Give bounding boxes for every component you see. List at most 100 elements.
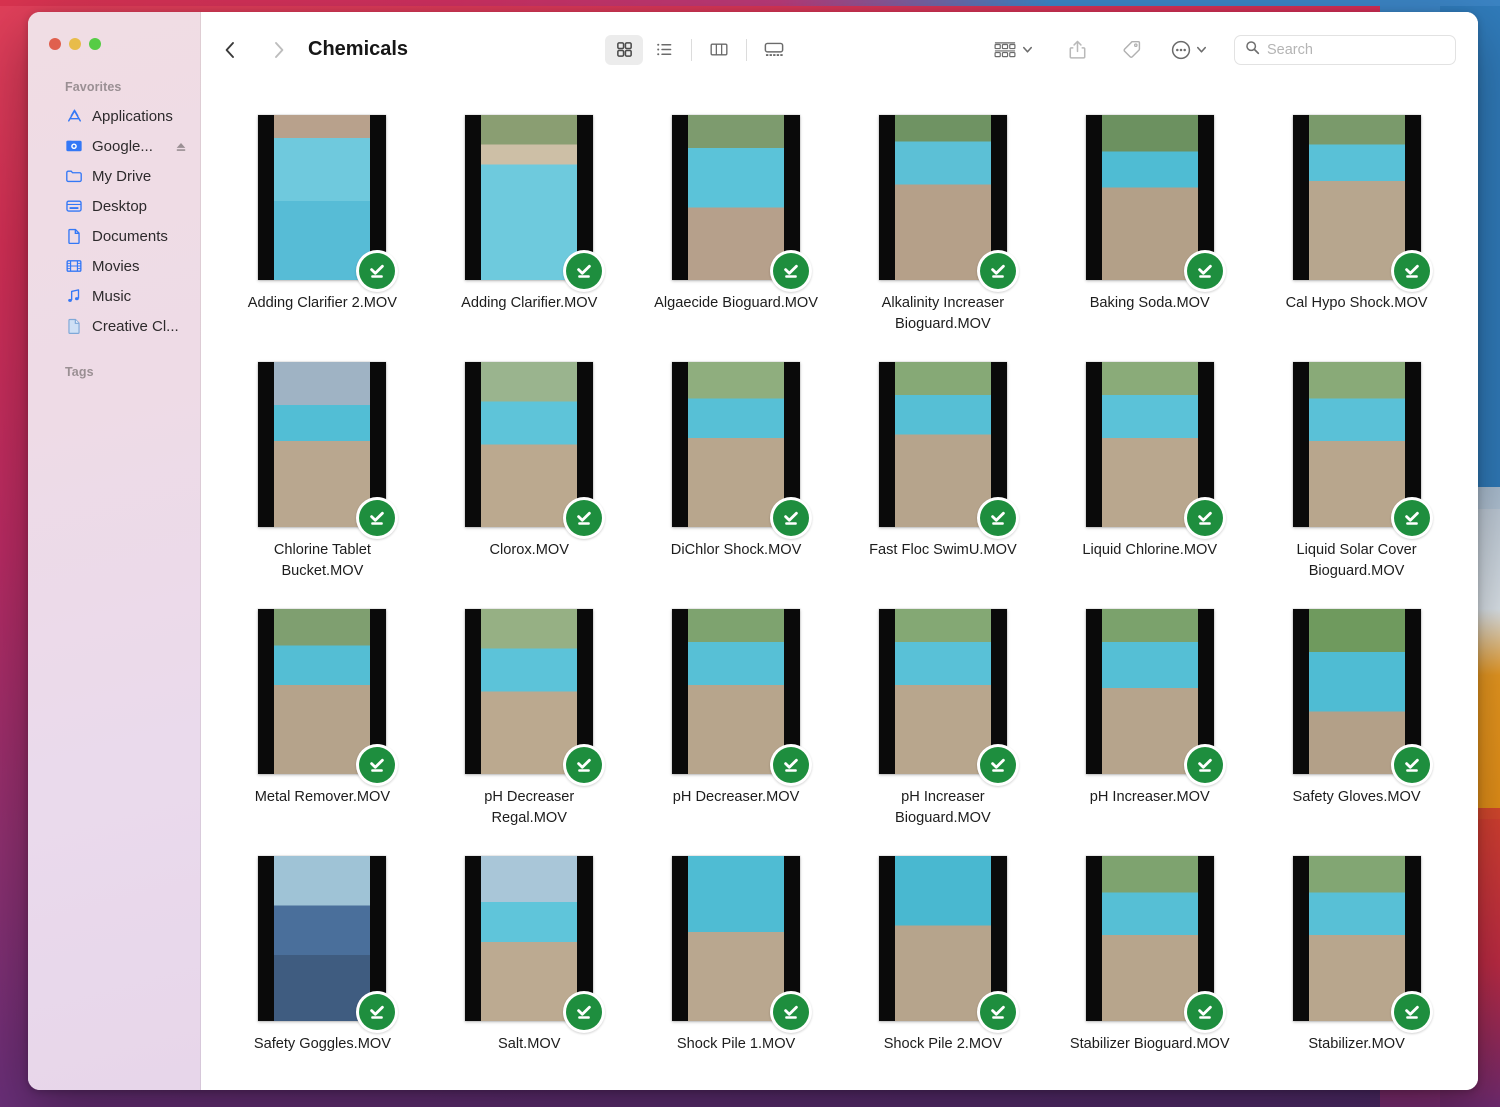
file-item[interactable]: Shock Pile 1.MOV xyxy=(633,844,840,1090)
file-thumbnail[interactable] xyxy=(258,115,399,292)
file-item[interactable]: DiChlor Shock.MOV xyxy=(633,350,840,597)
file-item[interactable]: Adding Clarifier 2.MOV xyxy=(219,103,426,350)
gallery-view-button[interactable] xyxy=(755,35,793,65)
file-thumbnail[interactable] xyxy=(258,362,399,539)
file-item[interactable]: Liquid Chlorine.MOV xyxy=(1046,350,1253,597)
safety-gloves-pool xyxy=(1308,609,1405,774)
sidebar-item-desktop[interactable]: Desktop xyxy=(28,191,200,221)
file-thumbnail[interactable] xyxy=(1085,362,1226,539)
file-thumbnail[interactable] xyxy=(465,856,606,1033)
algaecide-bottle-poolside xyxy=(688,115,785,280)
file-thumbnail[interactable] xyxy=(1085,115,1226,292)
list-view-button[interactable] xyxy=(645,35,683,65)
share-button[interactable] xyxy=(1058,35,1096,65)
sync-status-badge xyxy=(1183,250,1226,292)
file-item[interactable]: Liquid Solar Cover Bioguard.MOV xyxy=(1253,350,1460,597)
google-drive-folder-icon xyxy=(65,137,83,155)
sidebar-item-music[interactable]: Music xyxy=(28,281,200,311)
file-thumbnail[interactable] xyxy=(465,115,606,292)
file-thumbnail[interactable] xyxy=(672,362,813,539)
available-offline-icon xyxy=(979,253,1016,289)
sidebar-item-movies[interactable]: Movies xyxy=(28,251,200,281)
file-thumbnail[interactable] xyxy=(878,609,1019,786)
file-thumbnail[interactable] xyxy=(878,362,1019,539)
desktop-icon xyxy=(65,197,83,215)
file-item[interactable]: Chlorine Tablet Bucket.MOV xyxy=(219,350,426,597)
file-item[interactable]: Safety Goggles.MOV xyxy=(219,844,426,1090)
sidebar-item-google-drive[interactable]: Google... xyxy=(28,131,200,161)
sidebar-item-documents[interactable]: Documents xyxy=(28,221,200,251)
file-item[interactable]: Metal Remover.MOV xyxy=(219,597,426,844)
file-item[interactable]: Stabilizer Bioguard.MOV xyxy=(1046,844,1253,1090)
file-item[interactable]: Stabilizer.MOV xyxy=(1253,844,1460,1090)
file-item[interactable]: Algaecide Bioguard.MOV xyxy=(633,103,840,350)
tag-button[interactable] xyxy=(1112,35,1150,65)
sync-status-badge xyxy=(356,991,399,1033)
available-offline-icon xyxy=(1393,747,1430,783)
file-thumbnail[interactable] xyxy=(672,856,813,1033)
file-name-label: Adding Clarifier.MOV xyxy=(461,295,598,311)
sidebar-item-applications[interactable]: Applications xyxy=(28,101,200,131)
toolbar-divider-2 xyxy=(746,38,748,61)
file-thumbnail[interactable] xyxy=(1292,856,1433,1033)
close-button[interactable] xyxy=(49,38,61,50)
file-name-label: pH Decreaser Regal.MOV xyxy=(484,789,575,826)
file-item[interactable]: Salt.MOV xyxy=(426,844,633,1090)
more-actions-button[interactable] xyxy=(1168,35,1210,65)
wallpaper-top-strip xyxy=(0,0,1500,6)
file-item[interactable]: Adding Clarifier.MOV xyxy=(426,103,633,350)
eject-icon[interactable] xyxy=(175,140,187,152)
file-item[interactable]: Fast Floc SwimU.MOV xyxy=(839,350,1046,597)
minimize-button[interactable] xyxy=(69,38,81,50)
file-item[interactable]: pH Decreaser Regal.MOV xyxy=(426,597,633,844)
file-thumbnail[interactable] xyxy=(878,856,1019,1033)
liquid-chlorine-jug xyxy=(1101,362,1198,527)
available-offline-icon xyxy=(773,253,810,289)
file-thumbnail[interactable] xyxy=(1085,609,1226,786)
file-item[interactable]: Safety Gloves.MOV xyxy=(1253,597,1460,844)
file-item[interactable]: Shock Pile 2.MOV xyxy=(839,844,1046,1090)
file-item[interactable]: Baking Soda.MOV xyxy=(1046,103,1253,350)
back-button[interactable] xyxy=(215,35,245,65)
file-name-label: Chlorine Tablet Bucket.MOV xyxy=(273,542,371,579)
sync-status-badge xyxy=(563,744,606,786)
available-offline-icon xyxy=(566,500,603,536)
file-thumbnail[interactable] xyxy=(1292,362,1433,539)
file-name-label: Safety Gloves.MOV xyxy=(1292,789,1421,805)
group-by-button[interactable] xyxy=(990,35,1036,65)
file-thumbnail[interactable] xyxy=(258,609,399,786)
sidebar-item-label: Creative Cl... xyxy=(92,317,179,335)
sync-status-badge xyxy=(770,744,813,786)
ph-increaser-bag xyxy=(1101,609,1198,774)
file-thumbnail[interactable] xyxy=(258,856,399,1033)
available-offline-icon xyxy=(359,994,396,1030)
stabilizer-bioguard-bag xyxy=(1101,856,1198,1021)
file-name-label: pH Increaser Bioguard.MOV xyxy=(895,789,991,826)
file-thumbnail[interactable] xyxy=(1292,609,1433,786)
file-name-label: Liquid Chlorine.MOV xyxy=(1082,542,1218,558)
file-thumbnail[interactable] xyxy=(878,115,1019,292)
file-item[interactable]: pH Increaser Bioguard.MOV xyxy=(839,597,1046,844)
file-thumbnail[interactable] xyxy=(465,609,606,786)
search-input[interactable]: Search xyxy=(1267,42,1313,58)
sidebar-item-creative-cloud[interactable]: Creative Cl... xyxy=(28,311,200,341)
file-thumbnail[interactable] xyxy=(465,362,606,539)
zoom-button[interactable] xyxy=(89,38,101,50)
file-thumbnail[interactable] xyxy=(672,115,813,292)
icon-view-button[interactable] xyxy=(605,34,644,65)
file-item[interactable]: Alkalinity Increaser Bioguard.MOV xyxy=(839,103,1046,350)
file-item[interactable]: pH Decreaser.MOV xyxy=(633,597,840,844)
file-thumbnail[interactable] xyxy=(1292,115,1433,292)
sidebar-item-my-drive[interactable]: My Drive xyxy=(28,161,200,191)
sync-status-badge xyxy=(356,250,399,292)
file-item[interactable]: pH Increaser.MOV xyxy=(1046,597,1253,844)
ph-decreaser-bag xyxy=(688,609,785,774)
file-thumbnail[interactable] xyxy=(672,609,813,786)
file-item[interactable]: Clorox.MOV xyxy=(426,350,633,597)
forward-button[interactable] xyxy=(264,35,294,65)
search-field[interactable]: Search xyxy=(1234,34,1456,65)
file-item[interactable]: Cal Hypo Shock.MOV xyxy=(1253,103,1460,350)
file-thumbnail[interactable] xyxy=(1085,856,1226,1033)
column-view-button[interactable] xyxy=(700,35,738,65)
available-offline-icon xyxy=(1186,994,1223,1030)
